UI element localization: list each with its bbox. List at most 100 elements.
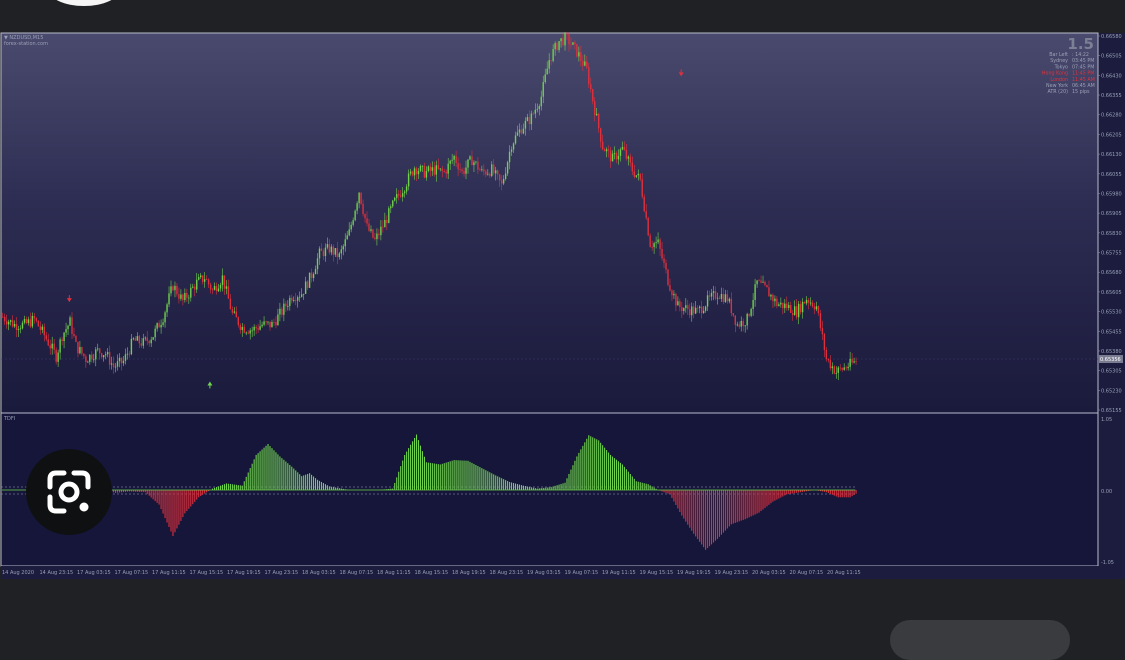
candle-bearish: [489, 173, 491, 176]
candle-bearish: [138, 336, 141, 344]
candle-bullish: [289, 297, 291, 307]
time-tick-label: 17 Aug 07:15: [115, 570, 149, 576]
candle-bullish: [524, 120, 527, 129]
candle-bullish: [188, 297, 190, 299]
candle-bullish: [13, 323, 16, 327]
candle-bearish: [679, 301, 681, 308]
candle-bullish: [572, 42, 574, 45]
candle-bullish: [154, 328, 156, 338]
candle-bullish: [160, 324, 162, 328]
candle-bullish: [560, 38, 562, 42]
candle-bullish: [198, 277, 200, 280]
candle-bullish: [788, 305, 790, 308]
candle-bullish: [358, 192, 360, 204]
candle-bullish: [750, 308, 752, 316]
price-tick-label: 0.65980: [1101, 191, 1122, 197]
candle-bearish: [799, 303, 802, 313]
candle-bearish: [730, 298, 733, 314]
candle-bullish: [326, 244, 329, 248]
current-price-value: 0.65356: [1100, 357, 1121, 363]
info-row-value: 03:45 PM: [1072, 58, 1094, 64]
candle-bearish: [176, 285, 178, 295]
candle-bullish: [552, 49, 554, 61]
time-tick-label: 19 Aug 07:15: [565, 570, 599, 576]
candle-bullish: [542, 82, 544, 97]
candle-bullish: [754, 284, 756, 301]
candle-bearish: [53, 343, 55, 350]
candle-bullish: [144, 337, 146, 339]
candle-bullish: [712, 291, 715, 293]
candle-bullish: [655, 242, 657, 244]
candle-bullish: [192, 286, 194, 288]
candle-bullish: [698, 306, 701, 308]
chart-window[interactable]: ▼ NZDUSD,M15 forex-station.com TDFI 1.5 …: [0, 29, 1125, 579]
candle-bearish: [645, 211, 647, 218]
candle-bearish: [665, 263, 667, 270]
candle-bearish: [760, 280, 762, 283]
candle-bearish: [556, 43, 558, 50]
candle-bearish: [813, 306, 816, 310]
candle-bearish: [120, 357, 123, 364]
candle-bullish: [578, 52, 580, 57]
candle-bullish: [380, 226, 382, 236]
price-tick-label: 0.65305: [1101, 369, 1122, 375]
indicator-axis-mid: 0.00: [1101, 489, 1112, 495]
candle-bearish: [265, 321, 267, 323]
price-pane[interactable]: [0, 32, 1099, 414]
candle-bullish: [778, 304, 780, 306]
candle-bullish: [104, 354, 107, 356]
candle-bullish: [510, 149, 513, 152]
candle-bullish: [190, 287, 192, 298]
candle-bearish: [273, 322, 275, 323]
trading-chart-svg[interactable]: ▼ NZDUSD,M15 forex-station.com TDFI 1.5 …: [0, 29, 1125, 579]
candle-bearish: [748, 313, 750, 316]
candle-bearish: [386, 219, 388, 223]
time-tick-label: 18 Aug 15:15: [415, 570, 449, 576]
candle-bearish: [415, 168, 418, 175]
candle-bearish: [851, 358, 853, 363]
candle-bullish: [394, 197, 396, 201]
candle-bearish: [411, 171, 414, 176]
source-label: forex-station.com: [4, 41, 48, 47]
candle-bullish: [217, 288, 220, 292]
candle-bearish: [631, 162, 634, 172]
candle-bullish: [704, 306, 707, 311]
candle-bullish: [710, 292, 713, 297]
candle-bullish: [677, 301, 679, 306]
price-tick-label: 0.66355: [1101, 93, 1122, 99]
candle-bearish: [61, 339, 63, 342]
time-tick-label: 17 Aug 23:15: [265, 570, 299, 576]
candle-bearish: [223, 275, 226, 289]
candle-bearish: [582, 60, 584, 66]
candle-bullish: [23, 318, 26, 323]
candle-bullish: [635, 175, 637, 177]
candle-bullish: [613, 153, 616, 154]
candle-bullish: [89, 354, 91, 362]
candle-bullish: [691, 306, 693, 316]
candle-bearish: [570, 44, 572, 45]
candle-bullish: [251, 330, 253, 332]
candle-bearish: [592, 89, 594, 102]
candle-bearish: [112, 363, 115, 368]
price-tick-label: 0.65605: [1101, 290, 1122, 296]
candle-bearish: [158, 323, 160, 328]
candle-bearish: [269, 321, 271, 328]
candle-bullish: [554, 43, 556, 50]
candle-bullish: [299, 296, 301, 298]
candle-bearish: [663, 258, 665, 264]
candle-bearish: [372, 229, 374, 238]
google-lens-button[interactable]: [26, 449, 112, 535]
time-tick-label: 17 Aug 19:15: [227, 570, 261, 576]
bottom-action-pill[interactable]: [890, 620, 1070, 660]
candle-bearish: [182, 294, 184, 301]
candle-bearish: [649, 235, 651, 248]
candle-bearish: [819, 313, 822, 329]
candle-bullish: [346, 235, 348, 240]
candle-bearish: [609, 150, 612, 162]
candle-bullish: [805, 299, 808, 304]
candle-bullish: [794, 306, 796, 316]
candle-bullish: [815, 306, 818, 310]
candle-bullish: [534, 109, 537, 114]
candle-bearish: [39, 326, 42, 330]
candle-bearish: [374, 237, 376, 240]
